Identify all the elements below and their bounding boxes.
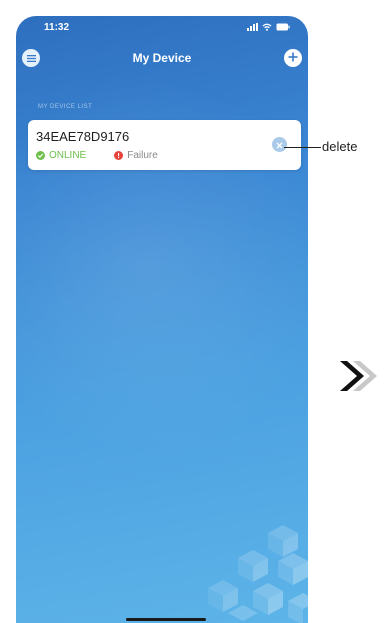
alert-circle-icon [114,151,124,160]
delete-device-button[interactable] [272,137,287,152]
add-icon [288,49,298,67]
device-card[interactable]: 34EAE78D9176 ONLINE Failure [28,120,301,170]
phone-screen: 11:32 My Device MY DEVICE LIST 34EAE78D9… [16,16,308,623]
status-failure: Failure [114,150,158,161]
status-failure-label: Failure [127,150,158,161]
status-time: 11:32 [44,22,70,33]
device-status-row: ONLINE Failure [36,150,158,161]
page-title: My Device [132,51,192,65]
status-icons [247,23,290,31]
close-icon [276,136,283,154]
wifi-icon [262,23,272,31]
status-bar: 11:32 [16,16,308,40]
device-id: 34EAE78D9176 [36,129,130,144]
annotation-pointer-line [284,147,321,148]
home-indicator [126,618,206,621]
cube-pattern-decoration [198,513,308,623]
nav-bar: My Device [16,46,308,74]
next-arrow-icon [340,358,384,394]
device-list-label: MY DEVICE LIST [38,104,93,110]
annotation-label: delete [322,139,358,154]
battery-icon [276,23,290,31]
status-online: ONLINE [36,150,86,161]
check-circle-icon [36,151,45,160]
add-device-button[interactable] [284,49,302,67]
status-online-label: ONLINE [49,150,87,161]
signal-icon [247,23,258,31]
